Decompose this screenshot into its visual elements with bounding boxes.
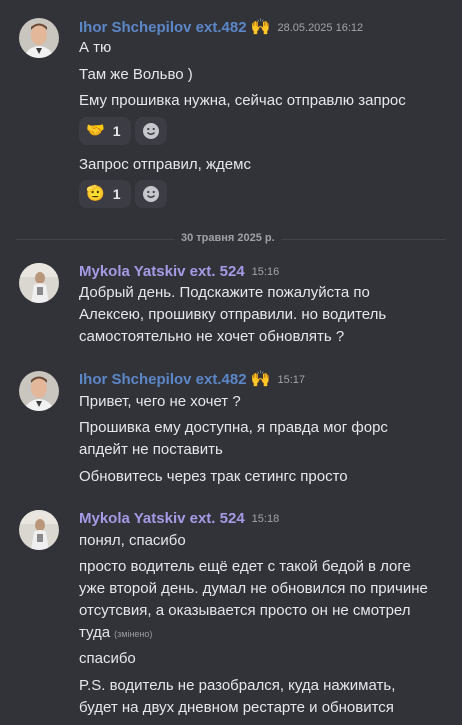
message-text: Алексею, прошивку отправили. но водитель (79, 306, 387, 323)
message-text: Привет, чего не хочет ? (79, 393, 241, 410)
message-text: отсутсвия, а оказывается просто он не см… (79, 602, 411, 619)
chat-view: Ihor Shchepilov ext.482 🙌 28.05.2025 16:… (0, 0, 462, 725)
message-text: самостоятельно не хочет обновлять ? (79, 328, 345, 345)
message-text: А тю (79, 39, 112, 56)
message-text: спасибо (79, 650, 136, 667)
timestamp: 15:16 (251, 265, 280, 278)
message-text: просто водитель ещё едет с такой бедой в… (79, 558, 411, 575)
message-text: Запрос отправил, ждемс (79, 156, 251, 173)
message-text: туда (змінено) (79, 622, 451, 645)
avatar[interactable] (19, 371, 59, 411)
reaction-count: 1 (112, 123, 121, 139)
author-name[interactable]: Ihor Shchepilov ext.482 (79, 371, 247, 388)
reaction-handshake[interactable]: 🤝 1 (79, 117, 131, 145)
handshake-icon: 🤝 (86, 122, 105, 139)
wave-hands-icon: 🙌 (250, 18, 271, 36)
message-text-fragment: туда (79, 624, 111, 641)
author-name[interactable]: Ihor Shchepilov ext.482 (79, 19, 247, 36)
add-reaction-button[interactable] (135, 117, 167, 145)
timestamp: 15:17 (277, 373, 306, 386)
message-text: апдейт не поставить (79, 441, 223, 458)
avatar[interactable] (19, 18, 59, 58)
salute-icon: 🫡 (86, 185, 105, 202)
message-text: будет на двух дневном рестарте и обновит… (79, 699, 394, 716)
smiley-icon (143, 186, 159, 202)
message-text: Прошивка ему доступна, я правда мог форс (79, 419, 388, 436)
author-name[interactable]: Mykola Yatskiv ext. 524 (79, 263, 245, 280)
message-text: Там же Вольво ) (79, 66, 193, 83)
timestamp: 28.05.2025 16:12 (277, 21, 364, 34)
avatar[interactable] (19, 510, 59, 550)
message-text: Ему прошивка нужна, сейчас отправлю запр… (79, 92, 406, 109)
reaction-salute[interactable]: 🫡 1 (79, 180, 131, 208)
message-text: Обновитесь через трак сетингс просто (79, 468, 348, 485)
add-reaction-button[interactable] (135, 180, 167, 208)
message-text: P.S. водитель не разобрался, куда нажима… (79, 677, 396, 694)
message-text: Добрый день. Подскажите пожалуйста по (79, 284, 370, 301)
timestamp: 15:18 (251, 512, 280, 525)
author-name[interactable]: Mykola Yatskiv ext. 524 (79, 510, 245, 527)
wave-hands-icon: 🙌 (250, 370, 271, 388)
smiley-icon (143, 123, 159, 139)
message-text: понял, спасибо (79, 532, 186, 549)
avatar[interactable] (19, 263, 59, 303)
reaction-count: 1 (112, 186, 121, 202)
edited-label: (змінено) (114, 629, 153, 639)
date-divider-label: 30 травня 2025 р. (175, 232, 281, 244)
message-text: уже второй день. думал не обновился по п… (79, 580, 428, 597)
